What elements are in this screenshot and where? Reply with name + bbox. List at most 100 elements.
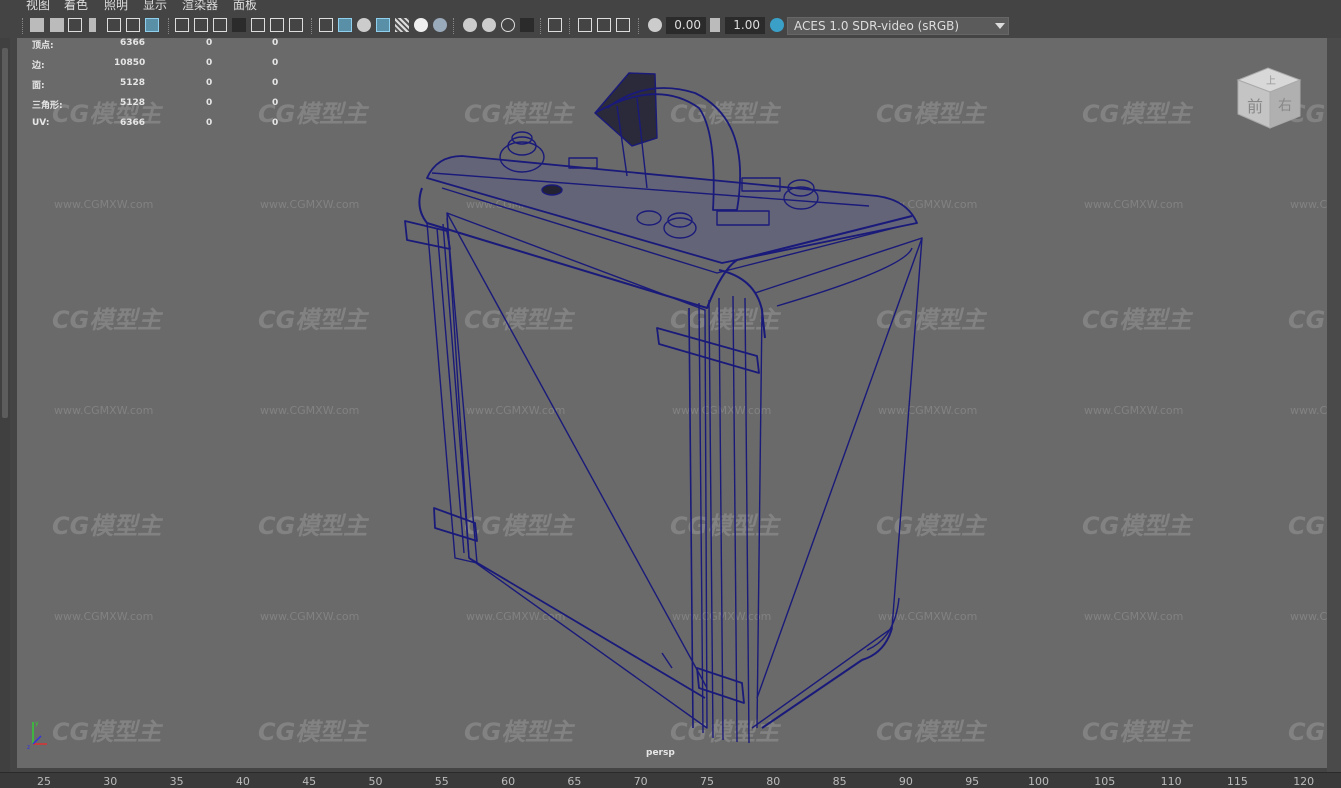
xray-icon[interactable] [578, 18, 592, 32]
timeline-tick-label: 30 [103, 775, 118, 788]
hud-label: UV: [32, 118, 50, 128]
exposure-field[interactable]: 0.00 [666, 17, 706, 34]
chevron-down-icon [995, 23, 1005, 29]
hud-value: 6366 [120, 38, 146, 48]
timeline-tick-label: 90 [898, 775, 913, 788]
3d-viewport[interactable]: CG模型主 www.CGMXW.com CG模型主 www.CGMXW.com CG模型… [17, 38, 1327, 768]
timeline-tick-label: 120 [1293, 775, 1315, 788]
gamma-field[interactable]: 1.00 [725, 17, 765, 34]
axis-gizmo: y z [27, 720, 47, 750]
toolbar-separator [638, 18, 641, 34]
menu-shading[interactable]: 着色 [64, 0, 88, 12]
hud-label: 三角形: [32, 101, 63, 111]
hud-value: 10850 [114, 58, 146, 68]
time-slider[interactable]: 25 30 35 40 45 50 55 60 65 70 75 80 85 90 95 100 105 110 1… [0, 772, 1341, 788]
motion-blur-icon[interactable] [482, 18, 496, 32]
hud-label: 边: [32, 61, 45, 71]
multisample-aa-icon[interactable] [501, 18, 515, 32]
safe-action-icon[interactable] [270, 18, 284, 32]
timeline-tick-label: 115 [1226, 775, 1248, 788]
hud-label: 面: [32, 81, 45, 91]
timeline-tick-label: 45 [302, 775, 317, 788]
timeline-tick-label: 85 [832, 775, 847, 788]
depth-of-field-icon[interactable] [520, 18, 534, 32]
timeline-tick-label: 40 [235, 775, 250, 788]
timeline-tick-label: 110 [1160, 775, 1182, 788]
suitcase-wireframe-model [404, 72, 923, 744]
bookmark-icon[interactable] [89, 18, 96, 32]
grid-icon[interactable] [175, 18, 189, 32]
hud-value: 0 [206, 38, 213, 48]
menu-panels[interactable]: 面板 [233, 0, 257, 12]
film-gate-icon[interactable] [194, 18, 208, 32]
screen-space-ambient-occlusion-icon[interactable] [463, 18, 477, 32]
hud-value: 0 [272, 78, 279, 88]
menu-renderer[interactable]: 渲染器 [182, 0, 218, 12]
timeline-tick-label: 80 [766, 775, 781, 788]
default-material-icon[interactable] [357, 18, 371, 32]
timeline-tick-label: 105 [1094, 775, 1116, 788]
wireframe-icon[interactable] [319, 18, 333, 32]
use-all-lights-icon[interactable] [414, 18, 428, 32]
view-transform-value: ACES 1.0 SDR-video (sRGB) [794, 19, 960, 33]
toolbar-separator [569, 18, 572, 34]
timeline-tick-label: 60 [501, 775, 516, 788]
timeline-tick-label: 65 [567, 775, 582, 788]
toolbar-separator [22, 18, 25, 34]
hud-value: 0 [272, 58, 279, 68]
hud-value: 0 [206, 98, 213, 108]
view-transform-dropdown[interactable]: ACES 1.0 SDR-video (sRGB) [787, 17, 1009, 35]
hud-value: 5128 [120, 78, 146, 88]
image-plane-icon[interactable] [107, 18, 121, 32]
smooth-shade-icon[interactable] [338, 18, 352, 32]
gamma-icon[interactable] [710, 18, 720, 32]
menu-lighting[interactable]: 照明 [104, 0, 128, 12]
textured-icon[interactable] [395, 18, 409, 32]
timeline-tick-label: 75 [700, 775, 714, 788]
hud-value: 0 [272, 38, 279, 48]
field-chart-icon[interactable] [251, 18, 265, 32]
xray-joints-icon[interactable] [616, 18, 630, 32]
timeline-tick-label: 55 [434, 775, 449, 788]
viewcube-widget[interactable]: 上 前 右 [1232, 64, 1304, 134]
camera-attributes-icon[interactable] [50, 18, 64, 32]
safe-title-icon[interactable] [289, 18, 303, 32]
toolbar-separator [540, 18, 543, 34]
hud-value: 0 [206, 118, 213, 128]
hud-value: 0 [206, 78, 213, 88]
viewcube-front[interactable]: 前 [1247, 97, 1263, 116]
menu-view[interactable]: 视图 [26, 0, 50, 12]
xray-active-components-icon[interactable] [597, 18, 611, 32]
hud-row-edges: 边: 10850 0 0 [32, 58, 312, 71]
timeline-tick-label: 35 [169, 775, 184, 788]
wireframe-on-shaded-icon[interactable] [376, 18, 390, 32]
2d-pan-zoom-icon[interactable] [126, 18, 140, 32]
exposure-icon[interactable] [648, 18, 662, 32]
hud-value: 6366 [120, 118, 146, 128]
timeline-tick-label: 70 [633, 775, 648, 788]
hud-row-vertices: 顶点: 6366 0 0 [32, 38, 312, 51]
svg-text:z: z [27, 744, 30, 750]
viewcube-right[interactable]: 右 [1278, 98, 1292, 114]
shadows-icon[interactable] [433, 18, 447, 32]
hud-row-uvs: UV: 6366 0 0 [32, 118, 312, 130]
color-management-icon[interactable] [770, 18, 784, 32]
hud-value: 5128 [120, 98, 146, 108]
isolate-select-icon[interactable] [548, 18, 562, 32]
timeline-tick-label: 50 [368, 775, 383, 788]
resolution-gate-icon[interactable] [213, 18, 227, 32]
hud-row-triangles: 三角形: 5128 0 0 [32, 98, 312, 111]
gate-mask-icon[interactable] [232, 18, 246, 32]
menu-show[interactable]: 显示 [143, 0, 167, 12]
select-camera-icon[interactable] [30, 18, 44, 32]
scrollbar-thumb[interactable] [2, 48, 8, 418]
timeline-tick-label: 95 [965, 775, 980, 788]
grease-pencil-icon[interactable] [145, 18, 159, 32]
hud-row-faces: 面: 5128 0 0 [32, 78, 312, 91]
left-scrollbar[interactable] [0, 38, 10, 772]
viewcube-top[interactable]: 上 [1266, 75, 1276, 87]
bookmarks-icon[interactable] [68, 18, 82, 32]
hud-label: 顶点: [32, 41, 54, 51]
hud-value: 0 [272, 118, 279, 128]
toolbar-separator [311, 18, 314, 34]
